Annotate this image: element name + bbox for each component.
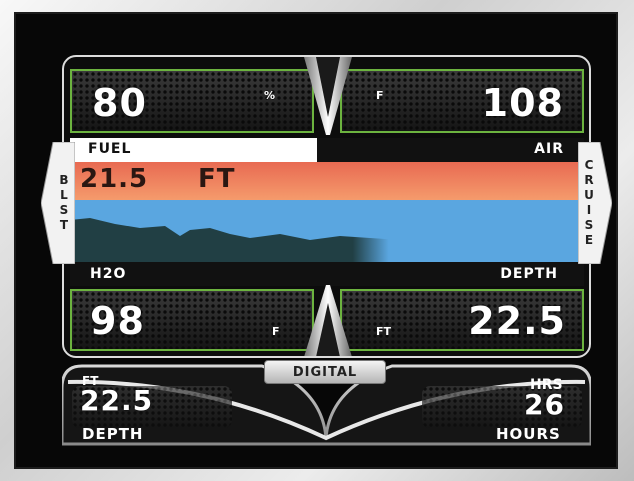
h2o-label-bar: H2O DEPTH bbox=[70, 262, 584, 286]
cruise-tab[interactable]: CRUISE bbox=[578, 142, 612, 264]
fuel-tile: 80 % bbox=[70, 69, 314, 133]
air-value: 108 bbox=[481, 81, 564, 125]
air-unit: F bbox=[376, 89, 384, 102]
footer-hours-value: 26 bbox=[524, 388, 565, 421]
water-temp-tile: 98 F bbox=[70, 289, 314, 351]
footer-depth-value: 22.5 bbox=[80, 384, 154, 417]
digital-button-label: DIGITAL bbox=[292, 364, 358, 380]
water-temp-value: 98 bbox=[90, 299, 145, 343]
depth-banner-value: 21.5 bbox=[80, 164, 149, 194]
digital-button[interactable]: DIGITAL bbox=[264, 360, 386, 384]
depth-scene: 21.5 FT bbox=[70, 162, 584, 262]
seabed-profile bbox=[70, 218, 584, 262]
fuel-label-bar: FUEL AIR bbox=[70, 138, 584, 162]
depth-unit: FT bbox=[376, 325, 392, 338]
air-tile: F 108 bbox=[340, 69, 584, 133]
gauge-panel: 80 % F 108 FUEL AIR 21.5 FT H2O DEPTH 98… bbox=[62, 55, 591, 358]
ballast-tab[interactable]: BLST bbox=[41, 142, 75, 264]
depth-label: DEPTH bbox=[500, 266, 558, 282]
chrome-divider-bottom bbox=[304, 285, 352, 356]
depth-banner-unit: FT bbox=[198, 164, 236, 194]
cruise-tab-label: CRUISE bbox=[584, 158, 594, 247]
depth-tile: FT 22.5 bbox=[340, 289, 584, 351]
ballast-tab-label: BLST bbox=[59, 173, 69, 232]
footer-hours-label: HOURS bbox=[496, 425, 561, 443]
fuel-unit: % bbox=[264, 89, 276, 102]
water-temp-unit: F bbox=[272, 325, 280, 338]
fuel-value: 80 bbox=[92, 81, 147, 125]
fuel-label: FUEL bbox=[88, 141, 132, 157]
air-label: AIR bbox=[534, 141, 564, 157]
chrome-divider-top bbox=[304, 57, 352, 135]
h2o-label: H2O bbox=[90, 266, 127, 282]
footer-depth-label: DEPTH bbox=[82, 425, 144, 443]
depth-value: 22.5 bbox=[468, 299, 566, 343]
